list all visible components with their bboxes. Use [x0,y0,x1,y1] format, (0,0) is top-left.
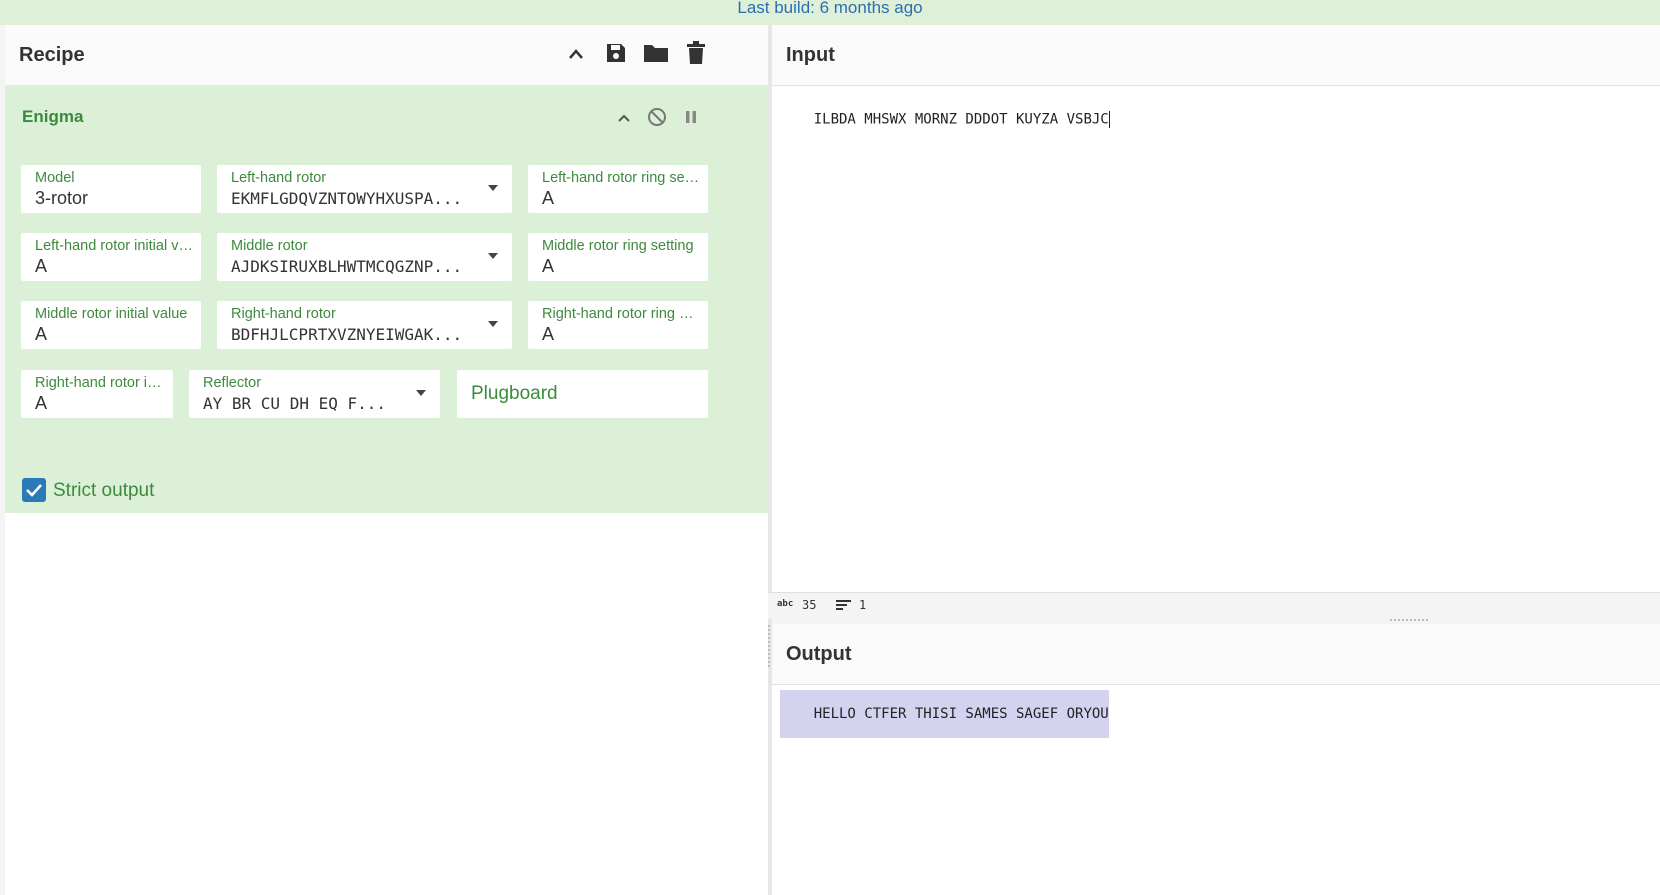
input-editor[interactable]: ILBDA MHSWX MORNZ DDDOT KUYZA VSBJC [780,95,1110,144]
pause-icon[interactable] [678,104,704,130]
middle-initial-value: A [35,324,48,344]
right-ring-setting-field[interactable]: Right-hand rotor ring se... A [528,301,708,349]
right-ring-value: A [542,324,555,344]
reflector-label: Reflector [203,375,262,391]
input-text: ILBDA MHSWX MORNZ DDDOT KUYZA VSBJC [813,111,1109,128]
line-count: 1 [859,598,867,612]
char-count-icon: abc [777,599,794,609]
plugboard-input[interactable]: Plugboard [457,370,708,418]
recipe-title: Recipe [19,44,85,66]
plugboard-placeholder: Plugboard [471,383,558,404]
left-rotor-select[interactable]: Left-hand rotor EKMFLGDQVZNTOWYHXUSPA... [217,165,512,213]
input-header: Input [772,25,1660,86]
middle-ring-value: A [542,256,555,276]
right-initial-value-field[interactable]: Right-hand rotor ini... A [21,370,173,418]
reflector-select[interactable]: Reflector AY BR CU DH EQ F... [189,370,440,418]
middle-rotor-select[interactable]: Middle rotor AJDKSIRUXBLHWTMCQGZNP... [217,233,512,281]
left-rotor-label: Left-hand rotor [231,170,327,186]
middle-rotor-value: AJDKSIRUXBLHWTMCQGZNP... [231,257,463,276]
middle-rotor-label: Middle rotor [231,238,308,254]
right-rotor-select[interactable]: Right-hand rotor BDFHJLCPRTXVZNYEIWGAK..… [217,301,512,349]
save-icon[interactable] [603,40,629,66]
input-panel: Input ILBDA MHSWX MORNZ DDDOT KUYZA VSBJ… [772,25,1660,592]
input-title: Input [786,44,835,66]
middle-ring-setting-field[interactable]: Middle rotor ring setting A [528,233,708,281]
right-rotor-label: Right-hand rotor [231,306,336,322]
reflector-value: AY BR CU DH EQ F... [203,394,387,413]
output-editor[interactable]: HELLO CTFER THISI SAMES SAGEF ORYOU [780,690,1109,738]
folder-icon[interactable] [643,40,669,66]
line-count-icon [836,599,852,614]
chevron-down-icon [488,253,498,259]
recipe-header: Recipe [5,25,768,86]
middle-ring-label: Middle rotor ring setting [542,238,694,254]
checkmark-icon [26,484,42,497]
chevron-down-icon [488,321,498,327]
disable-icon[interactable] [644,104,670,130]
build-banner: Last build: 6 months ago [0,0,1660,25]
model-label: Model [35,170,75,186]
right-ring-label: Right-hand rotor ring se... [542,306,700,322]
model-field[interactable]: Model 3-rotor [21,165,201,213]
input-status-bar: abc 35 1 [768,592,1660,619]
model-value: 3-rotor [35,188,89,208]
build-banner-text: Last build: 6 months ago [737,0,923,17]
left-ring-setting-field[interactable]: Left-hand rotor ring sett... A [528,165,708,213]
right-rotor-value: BDFHJLCPRTXVZNYEIWGAK... [231,325,463,344]
enigma-operation: Enigma Model 3-rotor Left-hand rotor EKM… [5,85,768,513]
operation-title: Enigma [22,107,84,126]
left-ring-value: A [542,188,555,208]
left-initial-value: A [35,256,48,276]
output-title: Output [786,643,852,665]
right-initial-label: Right-hand rotor ini... [35,375,165,391]
output-text: HELLO CTFER THISI SAMES SAGEF ORYOU [813,706,1109,722]
output-panel: Output HELLO CTFER THISI SAMES SAGEF ORY… [772,624,1660,895]
chevron-up-icon[interactable] [611,105,637,131]
char-count: 35 [802,598,817,612]
trash-icon[interactable] [683,40,709,66]
left-ring-label: Left-hand rotor ring sett... [542,170,700,186]
left-initial-value-field[interactable]: Left-hand rotor initial va... A [21,233,201,281]
chevron-up-icon[interactable] [563,41,589,67]
right-initial-value: A [35,393,48,413]
strict-output-checkbox[interactable] [22,478,46,502]
chevron-down-icon [416,390,426,396]
left-initial-label: Left-hand rotor initial va... [35,238,193,254]
strict-output-label[interactable]: Strict output [53,480,154,502]
output-header: Output [772,624,1660,685]
left-rotor-value: EKMFLGDQVZNTOWYHXUSPA... [231,189,463,208]
text-cursor [1108,111,1110,128]
middle-initial-value-field[interactable]: Middle rotor initial value A [21,301,201,349]
chevron-down-icon [488,185,498,191]
recipe-panel: Recipe Enigma Model 3-rotor Left-hand ro… [5,25,768,895]
middle-initial-label: Middle rotor initial value [35,306,188,322]
